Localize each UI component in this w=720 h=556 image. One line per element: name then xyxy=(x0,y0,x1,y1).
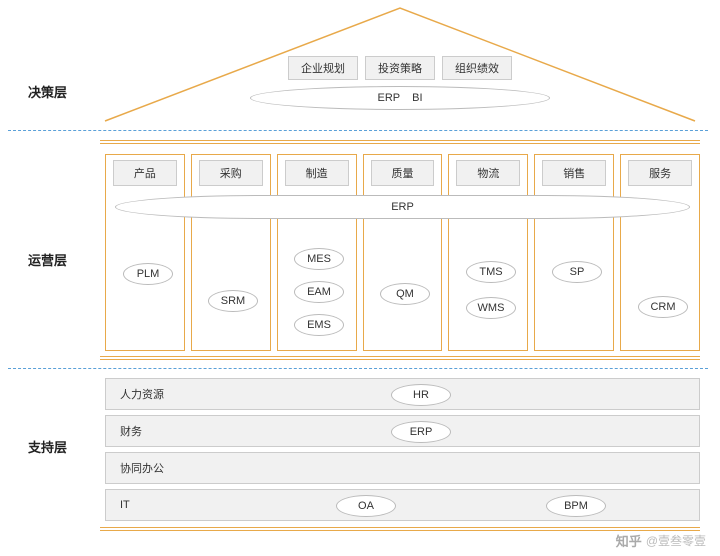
pill-plm: PLM xyxy=(123,263,173,285)
pill-sp: SP xyxy=(552,261,602,283)
support-row-label-3: IT xyxy=(120,499,130,511)
support-row-1: 财务 ERP xyxy=(105,415,700,447)
divider-dash-2 xyxy=(8,368,708,369)
divider-solid-3 xyxy=(100,527,700,531)
layer-label-support: 支持层 xyxy=(28,437,67,456)
ops-col-4: 物流 xyxy=(448,154,528,351)
pill-mes: MES xyxy=(294,248,344,270)
pill-srm: SRM xyxy=(208,290,258,312)
pill-erp-fin: ERP xyxy=(391,421,451,443)
support-row-label-2: 协同办公 xyxy=(120,460,164,476)
roof-box-2: 组织绩效 xyxy=(442,56,512,80)
layer-label-operations: 运营层 xyxy=(28,250,67,269)
pill-crm: CRM xyxy=(638,296,688,318)
pill-qm: QM xyxy=(380,283,430,305)
pill-oa: OA xyxy=(336,495,396,517)
pill-ems: EMS xyxy=(294,314,344,336)
roof-box-0: 企业规划 xyxy=(288,56,358,80)
ops-col-header-5: 销售 xyxy=(542,160,606,186)
divider-solid-1 xyxy=(100,140,700,144)
roof-systems-ellipse: ERP BI xyxy=(250,86,550,110)
zhihu-icon: 知乎 xyxy=(616,531,642,550)
divider-solid-2 xyxy=(100,356,700,360)
roof-system-1: BI xyxy=(412,92,422,104)
support-row-2: 协同办公 xyxy=(105,452,700,484)
pill-eam: EAM xyxy=(294,281,344,303)
ops-col-1: 采购 xyxy=(191,154,271,351)
pill-wms: WMS xyxy=(466,297,516,319)
ops-col-header-6: 服务 xyxy=(628,160,692,186)
ops-col-3: 质量 xyxy=(363,154,443,351)
roof-box-1: 投资策略 xyxy=(365,56,435,80)
ops-col-header-3: 质量 xyxy=(371,160,435,186)
divider-dash-1 xyxy=(8,130,708,131)
support-row-label-0: 人力资源 xyxy=(120,386,164,402)
ops-col-header-1: 采购 xyxy=(199,160,263,186)
ops-erp-band: ERP xyxy=(115,195,690,219)
ops-columns: 产品 采购 制造 质量 物流 销售 服务 xyxy=(105,154,700,351)
ops-col-0: 产品 xyxy=(105,154,185,351)
watermark: 知乎 @壹叁零壹 xyxy=(616,531,706,550)
roof-system-0: ERP xyxy=(377,92,400,104)
support-rows: 人力资源 HR 财务 ERP 协同办公 IT OA BPM xyxy=(105,378,700,521)
ops-col-6: 服务 xyxy=(620,154,700,351)
ops-col-header-2: 制造 xyxy=(285,160,349,186)
ops-col-5: 销售 xyxy=(534,154,614,351)
pill-tms: TMS xyxy=(466,261,516,283)
pill-hr: HR xyxy=(391,384,451,406)
ops-col-header-0: 产品 xyxy=(113,160,177,186)
watermark-text: @壹叁零壹 xyxy=(646,532,706,549)
layer-label-decision: 决策层 xyxy=(28,82,67,101)
ops-col-header-4: 物流 xyxy=(456,160,520,186)
pill-bpm: BPM xyxy=(546,495,606,517)
support-row-label-1: 财务 xyxy=(120,423,142,439)
support-row-3: IT OA BPM xyxy=(105,489,700,521)
support-row-0: 人力资源 HR xyxy=(105,378,700,410)
